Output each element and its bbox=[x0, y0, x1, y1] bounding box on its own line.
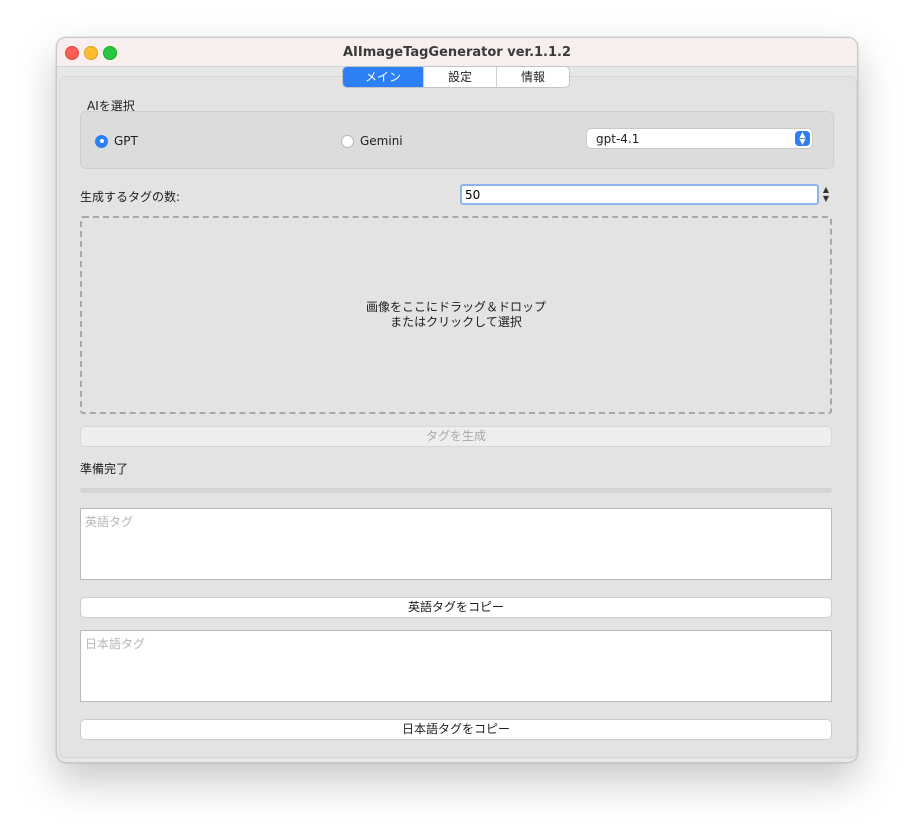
radio-gemini-indicator bbox=[341, 134, 354, 148]
radio-gpt[interactable]: GPT bbox=[95, 134, 138, 148]
copy-english-tags-button[interactable]: 英語タグをコピー bbox=[80, 597, 832, 618]
image-dropzone[interactable]: 画像をここにドラッグ＆ドロップ またはクリックして選択 bbox=[80, 216, 832, 414]
model-select-value: gpt-4.1 bbox=[596, 132, 640, 146]
model-select[interactable]: gpt-4.1 ▲ ▼ bbox=[586, 128, 813, 149]
generate-tags-button[interactable]: タグを生成 bbox=[80, 426, 832, 447]
radio-gemini[interactable]: Gemini bbox=[341, 134, 403, 148]
status-text: 準備完了 bbox=[80, 462, 129, 476]
tag-count-input[interactable] bbox=[460, 184, 819, 205]
tag-count-label: 生成するタグの数: bbox=[80, 190, 181, 204]
title-bar[interactable]: AIImageTagGenerator ver.1.1.2 bbox=[57, 38, 857, 67]
radio-gpt-label: GPT bbox=[114, 134, 138, 148]
window-title: AIImageTagGenerator ver.1.1.2 bbox=[342, 45, 572, 60]
dropzone-line1: 画像をここにドラッグ＆ドロップ bbox=[365, 300, 546, 314]
radio-gpt-indicator bbox=[95, 134, 108, 148]
radio-gemini-label: Gemini bbox=[360, 134, 403, 148]
japanese-tags-textarea[interactable]: 日本語タグ bbox=[80, 630, 832, 702]
tag-count-stepper[interactable]: ▲ ▼ bbox=[821, 185, 831, 205]
dropzone-line2: またはクリックして選択 bbox=[390, 315, 522, 329]
tab-settings[interactable]: 設定 bbox=[424, 67, 497, 87]
progress-bar bbox=[80, 488, 832, 493]
updown-chevron-icon: ▲ ▼ bbox=[795, 131, 810, 146]
app-window: AIImageTagGenerator ver.1.1.2 メイン 設定 情報 … bbox=[56, 37, 858, 763]
copy-japanese-tags-button[interactable]: 日本語タグをコピー bbox=[80, 719, 832, 740]
english-tags-textarea[interactable]: 英語タグ bbox=[80, 508, 832, 580]
tab-bar: メイン 設定 情報 bbox=[342, 66, 570, 88]
tab-main[interactable]: メイン bbox=[343, 67, 424, 87]
tab-info[interactable]: 情報 bbox=[497, 67, 569, 87]
